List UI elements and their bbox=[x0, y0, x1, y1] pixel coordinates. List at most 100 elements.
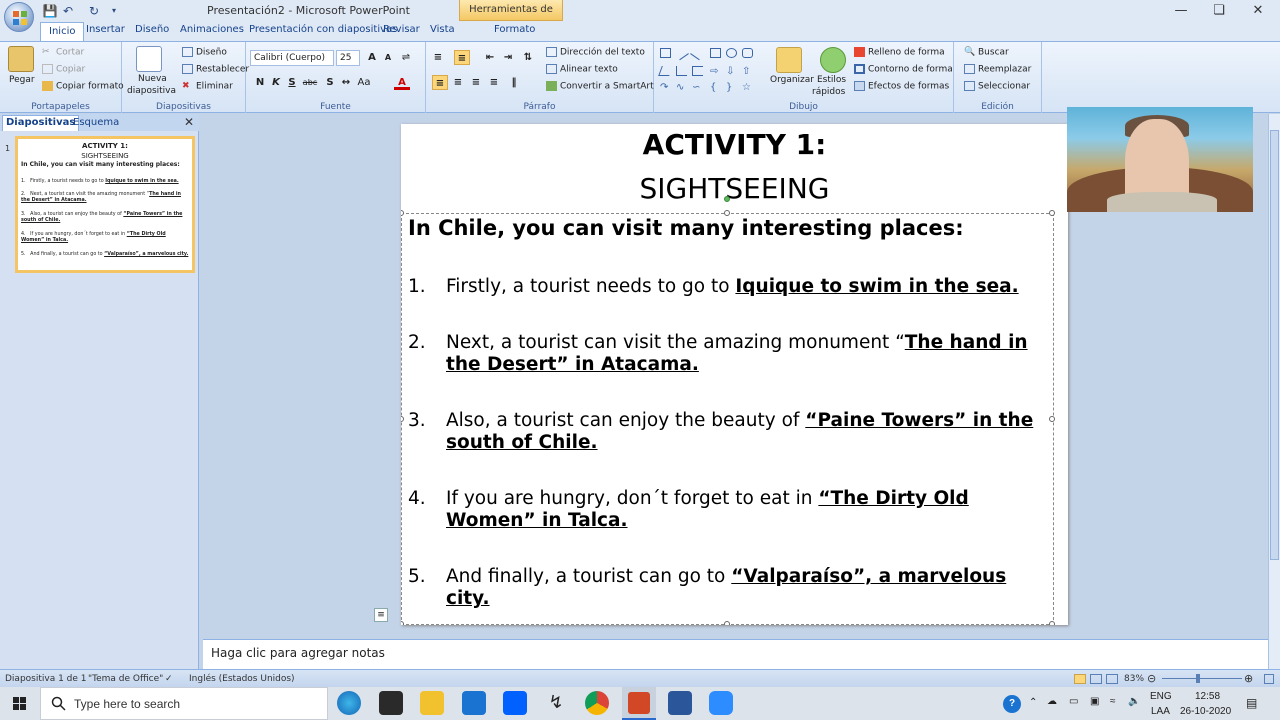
cloud-icon[interactable]: ☁ bbox=[1047, 696, 1057, 707]
shrink-font-icon[interactable]: A bbox=[380, 50, 396, 65]
align-left-icon[interactable]: ≡ bbox=[432, 75, 448, 90]
quick-styles-label-2[interactable]: rápidos bbox=[812, 87, 845, 97]
keyboard-layout[interactable]: LAA bbox=[1151, 706, 1170, 717]
new-slide-label-2[interactable]: diapositiva bbox=[127, 86, 176, 96]
shape-arrow-right-icon[interactable]: ⇨ bbox=[710, 66, 721, 77]
tab-presentacion[interactable]: Presentación con diapositivas bbox=[249, 24, 397, 35]
minimize-button[interactable]: — bbox=[1166, 2, 1196, 20]
start-button[interactable] bbox=[0, 687, 40, 720]
shape-arrow-other-icon[interactable]: ⇧ bbox=[742, 66, 753, 77]
bold-icon[interactable]: N bbox=[252, 75, 268, 90]
grow-font-icon[interactable]: A bbox=[364, 50, 380, 65]
delete-slide-button[interactable]: ✖ Eliminar bbox=[182, 81, 233, 92]
clock-time[interactable]: 12:58 bbox=[1195, 691, 1220, 702]
shape-fill-button[interactable]: Relleno de forma bbox=[854, 47, 945, 58]
paste-icon[interactable] bbox=[8, 46, 34, 72]
resize-handle[interactable] bbox=[724, 621, 730, 625]
resize-handle[interactable] bbox=[1049, 621, 1055, 625]
clear-format-icon[interactable]: ⇌ bbox=[398, 50, 414, 65]
zoom-out-icon[interactable]: ⊝ bbox=[1147, 672, 1156, 685]
content-textbox[interactable]: In Chile, you can visit many interesting… bbox=[401, 213, 1054, 625]
save-icon[interactable]: 💾 bbox=[42, 3, 58, 19]
numbering-icon[interactable]: ≡ bbox=[454, 50, 470, 65]
edge-icon[interactable] bbox=[337, 691, 361, 715]
shape-outline-button[interactable]: Contorno de forma bbox=[854, 64, 953, 75]
tab-revisar[interactable]: Revisar bbox=[383, 24, 420, 35]
word-icon[interactable] bbox=[668, 691, 692, 715]
copy-button[interactable]: Copiar bbox=[42, 64, 85, 75]
shape-bracket-icon[interactable] bbox=[692, 66, 703, 76]
normal-view-icon[interactable] bbox=[1074, 674, 1086, 684]
spellcheck-icon[interactable]: ✓ bbox=[165, 674, 173, 684]
taskbar-search[interactable]: Type here to search bbox=[40, 687, 328, 720]
tab-animaciones[interactable]: Animaciones bbox=[180, 24, 244, 35]
shadow-icon[interactable]: S bbox=[322, 75, 338, 90]
redo-icon[interactable]: ↻ bbox=[86, 3, 102, 19]
shape-star-icon[interactable]: ☆ bbox=[742, 82, 753, 93]
tray-chevron-icon[interactable]: ⌃ bbox=[1029, 697, 1037, 708]
shape-square-icon[interactable] bbox=[710, 48, 721, 58]
rotate-handle[interactable] bbox=[724, 196, 730, 202]
wifi-icon[interactable]: ≈ bbox=[1110, 696, 1116, 707]
tab-formato[interactable]: Formato bbox=[494, 24, 535, 35]
arrange-icon[interactable] bbox=[776, 47, 802, 73]
select-button[interactable]: Seleccionar bbox=[964, 81, 1030, 92]
slide-thumbnail[interactable]: ACTIVITY 1: SIGHTSEEING In Chile, you ca… bbox=[15, 136, 195, 273]
zoom-level[interactable]: 83% bbox=[1124, 674, 1144, 684]
shape-oval-icon[interactable] bbox=[726, 48, 737, 58]
language-code[interactable]: ENG bbox=[1150, 691, 1172, 702]
volume-icon[interactable]: 🔈 bbox=[1128, 696, 1140, 707]
scrollbar-thumb[interactable] bbox=[1270, 130, 1279, 560]
quick-styles-icon[interactable] bbox=[820, 47, 846, 73]
quick-styles-label-1[interactable]: Estilos bbox=[817, 75, 846, 85]
tab-vista[interactable]: Vista bbox=[430, 24, 455, 35]
arrange-button[interactable]: Organizar bbox=[770, 75, 814, 85]
undo-icon[interactable]: ↶ bbox=[60, 3, 76, 19]
new-slide-label-1[interactable]: Nueva bbox=[138, 74, 167, 84]
align-text-button[interactable]: Alinear texto bbox=[546, 64, 618, 75]
qat-customize-icon[interactable]: ▾ bbox=[106, 3, 122, 19]
shape-line2-icon[interactable] bbox=[690, 45, 705, 61]
battery-icon[interactable]: ▭ bbox=[1069, 696, 1078, 707]
slideshow-view-icon[interactable] bbox=[1106, 674, 1118, 684]
zoom-in-icon[interactable]: ⊕ bbox=[1244, 672, 1253, 685]
italic-icon[interactable]: K bbox=[268, 75, 284, 90]
columns-icon[interactable]: ‖ bbox=[506, 75, 522, 90]
resize-handle[interactable] bbox=[1049, 210, 1055, 216]
zoom-app-icon[interactable] bbox=[709, 691, 733, 715]
font-name-combo[interactable]: Calibri (Cuerpo) bbox=[250, 50, 334, 66]
find-button[interactable]: 🔍 Buscar bbox=[964, 47, 1009, 58]
maximize-button[interactable]: ❏ bbox=[1204, 2, 1234, 20]
file-explorer-icon[interactable] bbox=[420, 691, 444, 715]
paste-button[interactable]: Pegar bbox=[9, 75, 35, 85]
shape-triangle-icon[interactable] bbox=[658, 66, 673, 76]
clock-date[interactable]: 26-10-2020 bbox=[1180, 706, 1231, 717]
language[interactable]: Inglés (Estados Unidos) bbox=[189, 674, 295, 684]
office-button[interactable] bbox=[4, 2, 34, 32]
shape-brace-icon[interactable]: { bbox=[710, 82, 721, 93]
smartart-button[interactable]: Convertir a SmartArt bbox=[546, 81, 654, 92]
shape-curve-icon[interactable]: ∿ bbox=[676, 82, 687, 93]
autofit-options-icon[interactable]: ≡ bbox=[374, 608, 388, 622]
help-icon[interactable]: ? bbox=[1003, 695, 1021, 713]
close-panel-icon[interactable]: ✕ bbox=[184, 115, 194, 129]
resize-handle[interactable] bbox=[1049, 416, 1055, 422]
slide-subtitle[interactable]: SIGHTSEEING bbox=[401, 172, 1068, 205]
sorter-view-icon[interactable] bbox=[1090, 674, 1102, 684]
shape-roundrect-icon[interactable] bbox=[742, 48, 753, 58]
shape-rect-icon[interactable] bbox=[660, 48, 671, 58]
underline-icon[interactable]: S bbox=[284, 75, 300, 90]
case-icon[interactable]: Aa bbox=[356, 75, 372, 90]
format-painter-button[interactable]: Copiar formato bbox=[42, 81, 124, 92]
tab-diseno[interactable]: Diseño bbox=[135, 24, 169, 35]
shape-brace2-icon[interactable]: } bbox=[726, 82, 737, 93]
tab-inicio[interactable]: Inicio bbox=[40, 22, 85, 41]
resize-handle[interactable] bbox=[724, 210, 730, 216]
fit-slide-icon[interactable] bbox=[1264, 674, 1274, 684]
shape-arc-icon[interactable]: ↷ bbox=[660, 82, 671, 93]
align-right-icon[interactable]: ≡ bbox=[468, 75, 484, 90]
app-lightning-icon[interactable]: ↯ bbox=[544, 691, 568, 715]
tab-slides[interactable]: Diapositivas bbox=[2, 115, 80, 131]
layout-button[interactable]: Diseño bbox=[182, 47, 227, 58]
shape-effects-button[interactable]: Efectos de formas bbox=[854, 81, 949, 92]
